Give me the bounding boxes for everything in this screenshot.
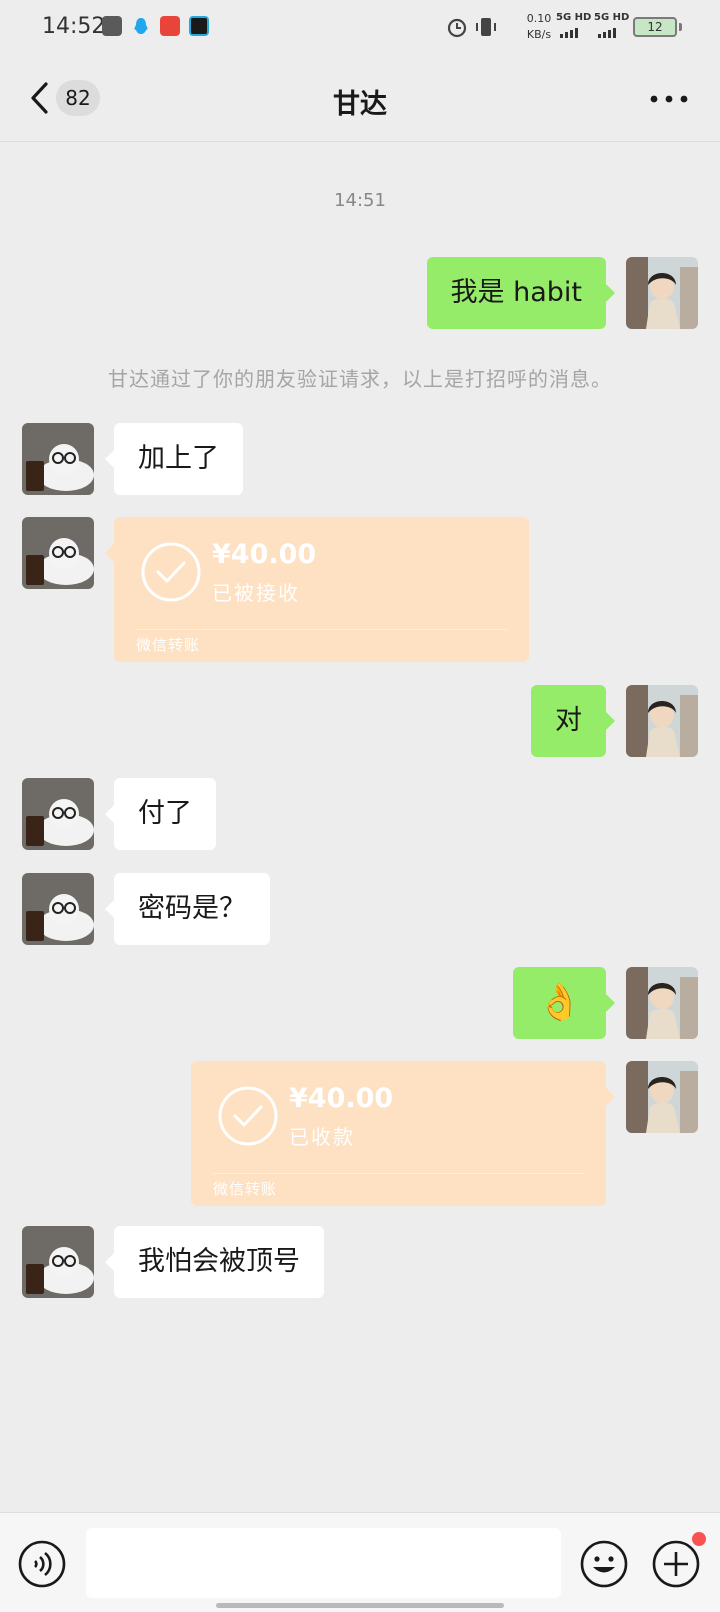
notification-app-icon-1 — [102, 16, 122, 36]
battery-indicator: 12 — [633, 17, 677, 37]
transfer-footer: 微信转账 — [136, 636, 201, 654]
message-timestamp: 14:51 — [334, 190, 386, 211]
contact-avatar[interactable] — [22, 778, 94, 850]
emoji-icon — [580, 1540, 628, 1588]
message-bubble-sent[interactable]: 我是 habit — [426, 257, 616, 329]
message-input[interactable] — [86, 1528, 561, 1598]
chat-title: 甘达 — [333, 89, 387, 120]
transfer-divider — [213, 1173, 584, 1174]
my-avatar[interactable] — [626, 257, 698, 329]
more-actions-button[interactable] — [652, 1540, 700, 1588]
battery-tip — [679, 23, 682, 31]
emoji-button[interactable] — [580, 1540, 628, 1588]
transfer-status: 已被接收 — [212, 581, 300, 605]
status-bar: 14:52 0.10 KB/s 5G HD 5G HD 12 — [0, 0, 720, 56]
contact-avatar[interactable] — [22, 1226, 94, 1298]
transfer-amount: ¥40.00 — [212, 539, 317, 570]
transfer-divider — [136, 629, 507, 630]
contact-avatar[interactable] — [22, 517, 94, 589]
message-bubble-sent[interactable]: 对 — [531, 685, 615, 757]
status-time: 14:52 — [42, 14, 106, 39]
message-bubble-received[interactable]: 付了 — [105, 778, 216, 850]
transfer-status: 已收款 — [289, 1125, 355, 1149]
my-avatar[interactable] — [626, 685, 698, 757]
check-circle-icon — [218, 1086, 278, 1146]
contact-avatar[interactable] — [22, 873, 94, 945]
notification-app-icon-4 — [189, 16, 209, 36]
check-circle-icon — [141, 542, 201, 602]
ok-hand-emoji: 👌 — [537, 982, 582, 1023]
my-avatar[interactable] — [626, 1061, 698, 1133]
home-indicator[interactable] — [216, 1603, 504, 1608]
voice-button[interactable] — [18, 1540, 66, 1588]
network-speed: 0.10 KB/s — [526, 12, 552, 41]
system-notice: 甘达通过了你的朋友验证请求，以上是打招呼的消息。 — [108, 367, 612, 391]
alarm-icon — [446, 16, 468, 42]
vibrate-icon — [474, 15, 498, 43]
transfer-card-sent[interactable]: ¥40.00 已收款 微信转账 — [191, 1061, 615, 1206]
contact-avatar[interactable] — [22, 423, 94, 495]
notification-app-icon-3 — [160, 16, 180, 36]
signal-sim2: 5G HD — [594, 12, 629, 40]
voice-icon — [18, 1540, 66, 1588]
transfer-footer: 微信转账 — [213, 1180, 278, 1198]
transfer-card-received[interactable]: ¥40.00 已被接收 微信转账 — [105, 517, 529, 662]
plus-icon — [652, 1540, 700, 1588]
my-avatar[interactable] — [626, 967, 698, 1039]
chat-header: 82 甘达 — [0, 56, 720, 142]
message-bubble-received[interactable]: 加上了 — [105, 423, 243, 495]
transfer-amount: ¥40.00 — [289, 1083, 394, 1114]
message-bubble-received[interactable]: 密码是？ — [105, 873, 270, 945]
more-button[interactable] — [646, 82, 692, 116]
qq-icon — [131, 16, 151, 36]
input-bar — [0, 1512, 720, 1612]
message-bubble-sent[interactable]: 👌 — [513, 967, 615, 1039]
notification-dot — [692, 1532, 706, 1546]
more-icon — [650, 95, 688, 103]
message-bubble-received[interactable]: 我怕会被顶号 — [105, 1226, 324, 1298]
signal-sim1: 5G HD — [556, 12, 591, 40]
